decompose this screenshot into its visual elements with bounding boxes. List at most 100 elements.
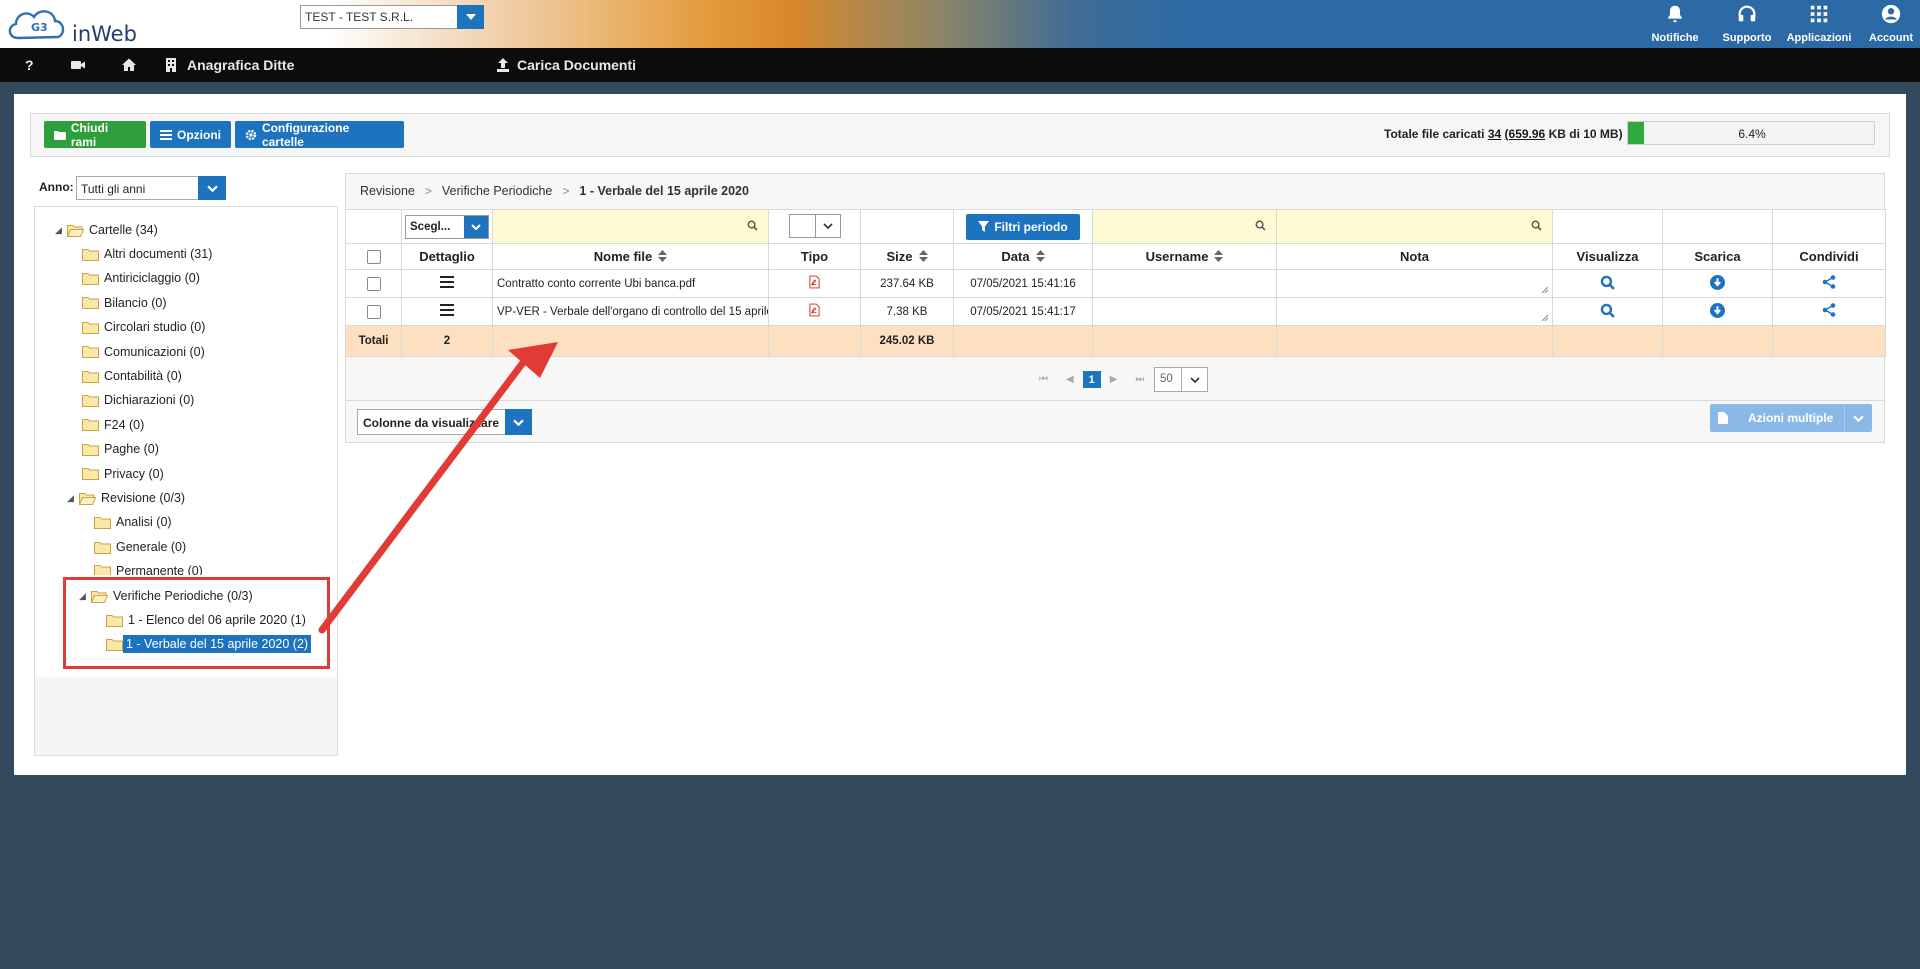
tree-node[interactable]: Altri documenti (31) (82, 244, 212, 264)
prev-page-icon[interactable]: ◀ (1066, 374, 1074, 385)
account-button[interactable]: Account (1855, 3, 1920, 44)
scarica-cell (1662, 269, 1773, 298)
files-table: Scegl... Filtri periodo Dettaglio Nome f… (345, 209, 1886, 357)
anagrafica-ditte-button[interactable]: Anagrafica Ditte (163, 48, 294, 82)
expand-arrow-icon[interactable]: ◢ (67, 493, 79, 504)
nota-textarea[interactable] (1276, 269, 1553, 298)
tree-node[interactable]: Privacy (0) (82, 464, 164, 484)
col-size-label: Size (886, 249, 913, 264)
col-nome-file-label: Nome file (593, 249, 653, 264)
tree-node-cartelle[interactable]: ◢ Cartelle (34) (55, 220, 158, 240)
select-all-cell (345, 243, 402, 270)
search-icon (747, 220, 758, 230)
annotation-highlight-box (63, 577, 330, 669)
tree-node-analisi[interactable]: Analisi (0) (94, 512, 172, 532)
tipo-filter-value (790, 214, 816, 237)
username-cell (1092, 297, 1277, 326)
search-icon[interactable] (1600, 275, 1615, 290)
dettaglio-cell (401, 269, 493, 298)
totale-count-link[interactable]: 34 (1488, 127, 1501, 141)
share-icon[interactable] (1822, 275, 1836, 289)
tree-node-label: Circolari studio (0) (104, 320, 206, 335)
supporto-button[interactable]: Supporto (1711, 3, 1783, 44)
tree-node-label: Generale (0) (116, 540, 187, 554)
tree-node[interactable]: Bilancio (0) (82, 293, 167, 313)
last-page-icon[interactable]: ⏭ (1135, 374, 1144, 385)
sort-icon[interactable] (1214, 250, 1224, 262)
first-page-icon[interactable]: ⏮ (1039, 374, 1048, 385)
username-filter-input[interactable] (1092, 209, 1277, 244)
expand-arrow-icon[interactable]: ◢ (55, 225, 67, 236)
col-visualizza: Visualizza (1552, 243, 1663, 270)
sort-icon[interactable] (1035, 250, 1045, 262)
applicazioni-button[interactable]: Applicazioni (1783, 3, 1855, 44)
chiudi-rami-button[interactable]: Chiudi rami (44, 120, 146, 149)
search-icon[interactable] (1600, 303, 1615, 318)
home-button[interactable] (121, 48, 137, 82)
size-cell: 237.64 KB (860, 269, 954, 298)
nota-textarea[interactable] (1276, 297, 1553, 326)
tree-node[interactable]: Circolari studio (0) (82, 317, 205, 337)
share-icon[interactable] (1822, 303, 1836, 317)
select-all-checkbox[interactable] (366, 250, 381, 265)
tree-node-label: Antiriciclaggio (0) (104, 271, 200, 286)
sort-icon[interactable] (918, 250, 928, 262)
page-size-select[interactable]: 50 (1154, 367, 1208, 392)
tree-node-generale[interactable]: Generale (0) (94, 537, 186, 557)
sort-icon[interactable] (658, 250, 668, 262)
breadcrumb-item[interactable]: Verifiche Periodiche (442, 184, 552, 198)
col-nome-file[interactable]: Nome file (492, 243, 769, 270)
menu-icon[interactable] (440, 304, 454, 316)
nome-file-filter-input[interactable] (492, 209, 769, 244)
breadcrumb: Revisione > Verifiche Periodiche > 1 - V… (360, 184, 749, 198)
col-username[interactable]: Username (1092, 243, 1277, 270)
folder-icon (82, 248, 99, 261)
current-page[interactable]: 1 (1082, 371, 1101, 388)
anno-dropdown-button[interactable] (198, 176, 226, 200)
tipo-filter-select[interactable] (788, 213, 841, 238)
pagination: ⏮ ◀ 1 ▶ ⏭ (1030, 371, 1153, 388)
condividi-cell (1772, 297, 1886, 326)
download-icon[interactable] (1710, 302, 1725, 318)
data-cell: 07/05/2021 15:41:16 (953, 269, 1093, 298)
carica-documenti-button[interactable]: Carica Documenti (495, 48, 636, 82)
col-condividi: Condividi (1772, 243, 1886, 270)
tree-node-label: Contabilità (0) (104, 369, 182, 383)
totale-size-link[interactable]: (659.96 (1505, 127, 1546, 141)
help-button[interactable]: ? (25, 48, 34, 82)
tree-node[interactable]: F24 (0) (82, 415, 144, 435)
dettaglio-filter-select[interactable]: Scegl... (405, 214, 489, 239)
tree-node[interactable]: Comunicazioni (0) (82, 342, 205, 362)
video-button[interactable] (70, 48, 86, 82)
breadcrumb-item[interactable]: Revisione (360, 184, 415, 198)
nota-filter-input[interactable] (1276, 209, 1553, 244)
col-data[interactable]: Data (953, 243, 1093, 270)
col-size[interactable]: Size (860, 243, 954, 270)
chevron-right-icon: > (424, 184, 432, 198)
chevron-down-icon (206, 185, 218, 192)
row-checkbox[interactable] (366, 304, 381, 319)
chiudi-rami-label: Chiudi rami (70, 120, 109, 149)
row-checkbox[interactable] (366, 276, 381, 291)
tree-node[interactable]: Antiriciclaggio (0) (82, 268, 200, 288)
totale-suffix: KB di 10 MB) (1548, 127, 1623, 141)
tree-node[interactable]: Paghe (0) (82, 439, 159, 459)
filtri-periodo-button[interactable]: Filtri periodo (966, 213, 1080, 240)
file-name-cell: VP-VER - Verbale dell'organo di controll… (492, 297, 769, 326)
configurazione-cartelle-button[interactable]: Configurazione cartelle (235, 121, 404, 149)
tree-node-revisione[interactable]: ◢ Revisione (0/3) (67, 488, 185, 508)
download-icon[interactable] (1710, 274, 1725, 290)
azioni-multiple-button[interactable]: Azioni multiple (1710, 404, 1872, 432)
dettaglio-filter-value: Scegl... (410, 220, 451, 233)
next-page-icon[interactable]: ▶ (1110, 374, 1118, 385)
tree-node-permanente[interactable]: Permanente (0) (94, 561, 203, 575)
search-icon (1531, 220, 1542, 230)
tree-node[interactable]: Contabilità (0) (82, 366, 182, 386)
notifiche-label: Notifiche (1651, 32, 1699, 44)
tree-node-label: Analisi (0) (116, 515, 172, 529)
tree-node[interactable]: Dichiarazioni (0) (82, 390, 194, 410)
notifiche-button[interactable]: Notifiche (1639, 3, 1711, 44)
menu-icon[interactable] (440, 276, 454, 288)
opzioni-button[interactable]: Opzioni (150, 121, 231, 148)
company-dropdown-button[interactable] (457, 5, 484, 29)
